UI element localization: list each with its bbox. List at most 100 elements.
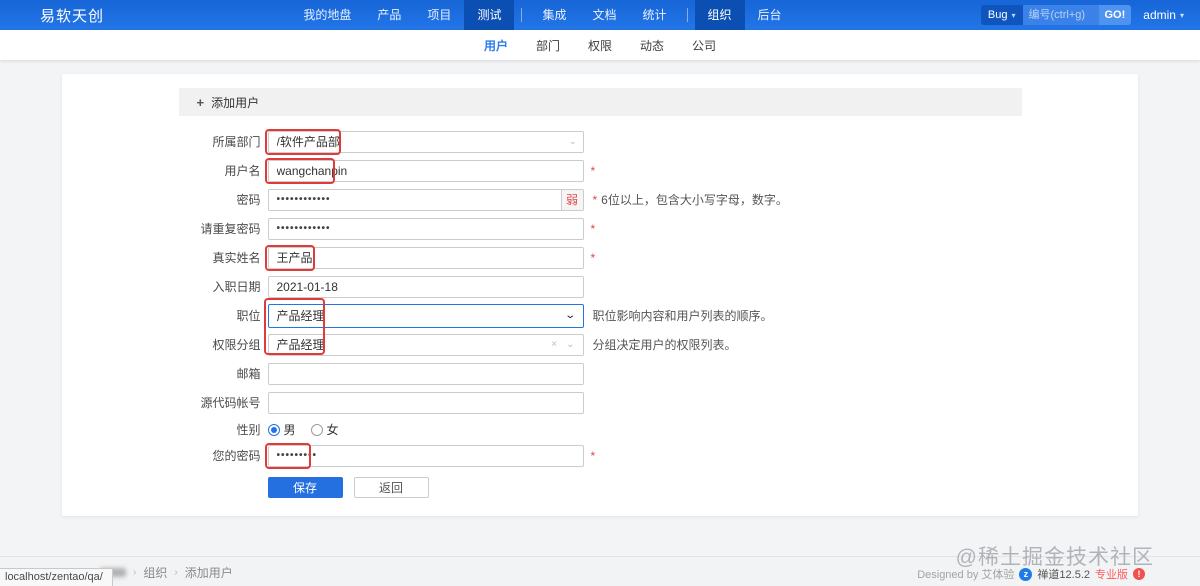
required-mark: * — [590, 250, 596, 265]
required-mark: * — [592, 192, 598, 207]
search-module-label: Bug — [987, 9, 1008, 21]
plus-icon: + — [196, 94, 205, 110]
main-nav: 我的地盘 产品 项目 测试 集成 文档 统计 组织 后台 — [290, 0, 794, 30]
email-input[interactable] — [267, 362, 584, 385]
group-hint: 分组决定用户的权限列表。 — [592, 338, 737, 352]
account-input[interactable] — [267, 159, 584, 182]
department-input[interactable] — [267, 130, 584, 153]
role-select[interactable]: 产品经理 ⌄ — [267, 303, 584, 328]
password-label: 密码 — [236, 193, 261, 207]
breadcrumb: › 组织 › 添加用户 — [100, 564, 233, 581]
password-hint: 6位以上，包含大小写字母，数字。 — [601, 193, 788, 207]
search-input[interactable] — [1022, 5, 1099, 25]
help-icon[interactable]: ! — [1133, 568, 1145, 580]
breadcrumb-organization[interactable]: 组织 — [143, 564, 167, 581]
nav-doc[interactable]: 文档 — [579, 0, 629, 30]
form-row-verify-password: 您的密码 * — [179, 442, 1022, 469]
join-date-label: 入职日期 — [212, 280, 261, 294]
form-row-role: 职位 产品经理 ⌄ 职位影响内容和用户列表的顺序。 — [179, 301, 1022, 330]
group-label: 权限分组 — [212, 338, 261, 352]
breadcrumb-separator: › — [174, 567, 178, 578]
form-header: + 添加用户 — [178, 88, 1022, 116]
realname-label: 真实姓名 — [212, 251, 261, 265]
nav-product[interactable]: 产品 — [364, 0, 414, 30]
nav-my-space[interactable]: 我的地盘 — [290, 0, 364, 30]
role-hint: 职位影响内容和用户列表的顺序。 — [592, 309, 773, 323]
content-card: + 添加用户 所属部门 ⌄ 用户名 — [62, 74, 1138, 516]
account-label: 用户名 — [224, 164, 261, 178]
form-row-password: 密码 弱 * 6位以上，包含大小写字母，数字。 — [179, 185, 1022, 214]
main-content: + 添加用户 所属部门 ⌄ 用户名 — [0, 60, 1200, 556]
nav-integration[interactable]: 集成 — [529, 0, 579, 30]
user-menu[interactable]: admin ▾ — [1143, 8, 1184, 22]
nav-test[interactable]: 测试 — [464, 0, 515, 30]
commiter-input[interactable] — [267, 391, 584, 414]
tab-privilege[interactable]: 权限 — [588, 37, 612, 54]
commiter-label: 源代码帐号 — [200, 396, 261, 410]
clear-icon[interactable]: × — [551, 339, 557, 350]
join-date-input[interactable] — [267, 275, 584, 298]
form-title: 添加用户 — [211, 95, 260, 110]
gender-female-label: 女 — [326, 423, 339, 437]
email-label: 邮箱 — [236, 367, 261, 381]
edition-text[interactable]: 专业版 — [1095, 566, 1128, 582]
version-text[interactable]: 禅道12.5.2 — [1037, 566, 1090, 582]
app-logo: 易软天创 — [40, 7, 105, 25]
gender-male-radio[interactable] — [267, 423, 280, 436]
gender-female-radio[interactable] — [310, 423, 323, 436]
nav-divider — [686, 8, 688, 22]
tab-user[interactable]: 用户 — [484, 37, 508, 54]
chevron-down-icon: ⌄ — [566, 339, 575, 350]
password2-label: 请重复密码 — [200, 222, 261, 236]
quick-search: Bug ▾ GO! — [980, 5, 1132, 25]
add-user-form: + 添加用户 所属部门 ⌄ 用户名 — [178, 88, 1022, 500]
department-label: 所属部门 — [212, 135, 261, 149]
verify-password-label: 您的密码 — [212, 449, 261, 463]
zentao-logo-icon: z — [1019, 567, 1033, 581]
form-row-email: 邮箱 — [179, 359, 1022, 388]
go-button[interactable]: GO! — [1098, 5, 1132, 25]
breadcrumb-add-user[interactable]: 添加用户 — [185, 564, 233, 581]
caret-down-icon: ▾ — [1011, 10, 1016, 20]
form-rows: 所属部门 ⌄ 用户名 * — [179, 116, 1022, 500]
tab-dynamic[interactable]: 动态 — [640, 37, 664, 54]
group-picker[interactable]: 产品经理 × ⌄ — [267, 333, 584, 356]
browser-status-bar: localhost/zentao/qa/ — [0, 568, 113, 586]
nav-admin[interactable]: 后台 — [745, 0, 795, 30]
tab-department[interactable]: 部门 — [536, 37, 560, 54]
nav-organization[interactable]: 组织 — [694, 0, 745, 30]
nav-divider — [521, 8, 523, 22]
password-input[interactable] — [267, 188, 584, 211]
form-row-department: 所属部门 ⌄ — [179, 127, 1022, 156]
form-row-commiter: 源代码帐号 — [179, 388, 1022, 417]
tab-company[interactable]: 公司 — [692, 37, 716, 54]
top-navbar: 易软天创 我的地盘 产品 项目 测试 集成 文档 统计 组织 后台 Bug ▾ … — [0, 0, 1200, 30]
back-button[interactable]: 返回 — [353, 476, 429, 498]
zentao-app: 易软天创 我的地盘 产品 项目 测试 集成 文档 统计 组织 后台 Bug ▾ … — [0, 0, 1200, 586]
chevron-down-icon: ⌄ — [564, 310, 577, 321]
caret-down-icon: ▾ — [1179, 10, 1184, 20]
form-actions: 保存 返回 — [179, 474, 1022, 500]
role-label: 职位 — [236, 309, 261, 323]
designed-by-text[interactable]: Designed by 艾体验 — [917, 566, 1014, 582]
required-mark: * — [590, 163, 596, 178]
form-row-join-date: 入职日期 — [179, 272, 1022, 301]
save-button[interactable]: 保存 — [267, 476, 343, 498]
topbar-right: Bug ▾ GO! admin ▾ — [980, 5, 1184, 25]
sub-navbar: 用户 部门 权限 动态 公司 — [0, 30, 1200, 60]
breadcrumb-separator: › — [133, 567, 137, 578]
nav-stats[interactable]: 统计 — [629, 0, 679, 30]
user-name: admin — [1143, 8, 1176, 22]
form-row-group: 权限分组 产品经理 × ⌄ 分组决定用户的权限列表。 — [179, 330, 1022, 359]
gender-label: 性别 — [236, 423, 261, 437]
form-row-gender: 性别 男 女 — [179, 417, 1022, 442]
form-row-account: 用户名 * — [179, 156, 1022, 185]
gender-male-label: 男 — [283, 423, 296, 437]
verify-password-input[interactable] — [267, 444, 584, 467]
nav-project[interactable]: 项目 — [414, 0, 464, 30]
password-strength-badge[interactable]: 弱 — [560, 189, 583, 210]
footer-credits: Designed by 艾体验 z 禅道12.5.2 专业版 ! — [917, 566, 1145, 582]
realname-input[interactable] — [267, 246, 584, 269]
password2-input[interactable] — [267, 217, 584, 240]
search-module-button[interactable]: Bug ▾ — [980, 5, 1023, 25]
